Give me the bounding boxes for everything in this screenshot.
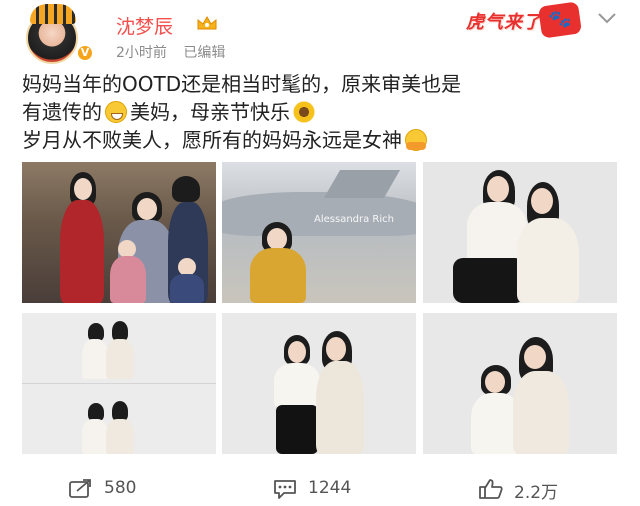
username[interactable]: 沈梦辰 xyxy=(116,12,173,39)
comment-count: 1244 xyxy=(308,478,352,498)
figure-white-top xyxy=(82,339,108,379)
hug-emoji-icon xyxy=(405,129,427,151)
figure-head xyxy=(288,341,306,363)
image-grid: Alessandra Rich xyxy=(22,162,618,455)
figure-white-suit xyxy=(106,419,134,454)
decoration-sticker: 虎气来了 🐾 xyxy=(466,1,586,39)
figure-black-pants xyxy=(276,405,318,454)
child-pink xyxy=(110,256,146,303)
edited-label[interactable]: 已编辑 xyxy=(183,45,225,61)
figure-white-top xyxy=(82,419,108,454)
photo-sunglasses-collage[interactable] xyxy=(22,313,216,454)
post-body: 妈妈当年的OOTD还是相当时髦的，原来审美也是 有遗传的 美妈，母亲节快乐 岁月从… xyxy=(22,70,622,154)
figure-cream-suit xyxy=(316,361,364,454)
photo-standing-duo[interactable] xyxy=(222,313,416,454)
figure-red-coat xyxy=(60,200,104,303)
figure-hair xyxy=(112,401,128,421)
figure-head xyxy=(485,371,505,393)
figure-hair xyxy=(112,321,128,341)
sticker-text: 虎气来了 xyxy=(466,12,542,33)
post-time: 2小时前 xyxy=(116,45,167,61)
figure-white-suit xyxy=(517,218,579,303)
verified-badge-icon: V xyxy=(76,44,94,62)
post-line-2b: 美妈，母亲节快乐 xyxy=(130,100,290,124)
figure-head xyxy=(487,176,509,202)
post-line-3-text: 岁月从不败美人，愿所有的妈妈永远是女神 xyxy=(22,128,402,152)
collage-divider xyxy=(22,383,216,384)
sunflower-emoji-icon xyxy=(293,101,315,123)
post-header: V 沈梦辰 2小时前 已编辑 虎气来了 🐾 xyxy=(0,0,640,66)
watermark-text: Alessandra Rich xyxy=(314,214,394,225)
plane-wing xyxy=(323,170,401,198)
post-line-2a: 有遗传的 xyxy=(22,100,102,124)
figure-head xyxy=(267,228,287,250)
figure-black-pants xyxy=(453,258,525,303)
child-blue xyxy=(170,274,204,303)
post-line-3: 岁月从不败美人，愿所有的妈妈永远是女神 xyxy=(22,126,622,154)
photo-white-outfits[interactable] xyxy=(423,162,617,303)
repost-icon xyxy=(69,479,91,498)
grin-emoji-icon xyxy=(105,101,127,123)
action-bar: 580 1244 2.2万 xyxy=(0,472,640,506)
chevron-down-icon[interactable] xyxy=(596,10,618,26)
tiger-paw-icon: 🐾 xyxy=(537,1,583,39)
post-meta: 2小时前 已编辑 xyxy=(116,42,237,62)
thumbs-up-icon xyxy=(479,479,503,499)
figure-hair xyxy=(172,176,200,202)
figure-white-suit xyxy=(106,339,134,379)
photo-leaning-duo[interactable] xyxy=(423,313,617,454)
avatar[interactable]: V xyxy=(16,4,94,64)
figure-head xyxy=(524,345,546,369)
avatar-frame-decoration xyxy=(30,4,76,24)
post-line-1: 妈妈当年的OOTD还是相当时髦的，原来审美也是 xyxy=(22,72,462,96)
comment-icon xyxy=(274,480,296,499)
figure-head xyxy=(137,198,157,220)
photo-plane[interactable]: Alessandra Rich xyxy=(222,162,416,303)
figure-yellow-jacket xyxy=(250,248,306,303)
figure-head xyxy=(326,337,346,361)
figure-white-top xyxy=(274,363,320,407)
like-count: 2.2万 xyxy=(514,483,559,503)
figure-cream-suit xyxy=(513,371,569,454)
repost-count: 580 xyxy=(104,478,137,498)
figure-head xyxy=(531,188,553,214)
photo-family[interactable] xyxy=(22,162,216,303)
crown-icon xyxy=(197,15,217,30)
figure-head xyxy=(74,178,92,200)
post-line-2: 有遗传的 美妈，母亲节快乐 xyxy=(22,98,622,126)
